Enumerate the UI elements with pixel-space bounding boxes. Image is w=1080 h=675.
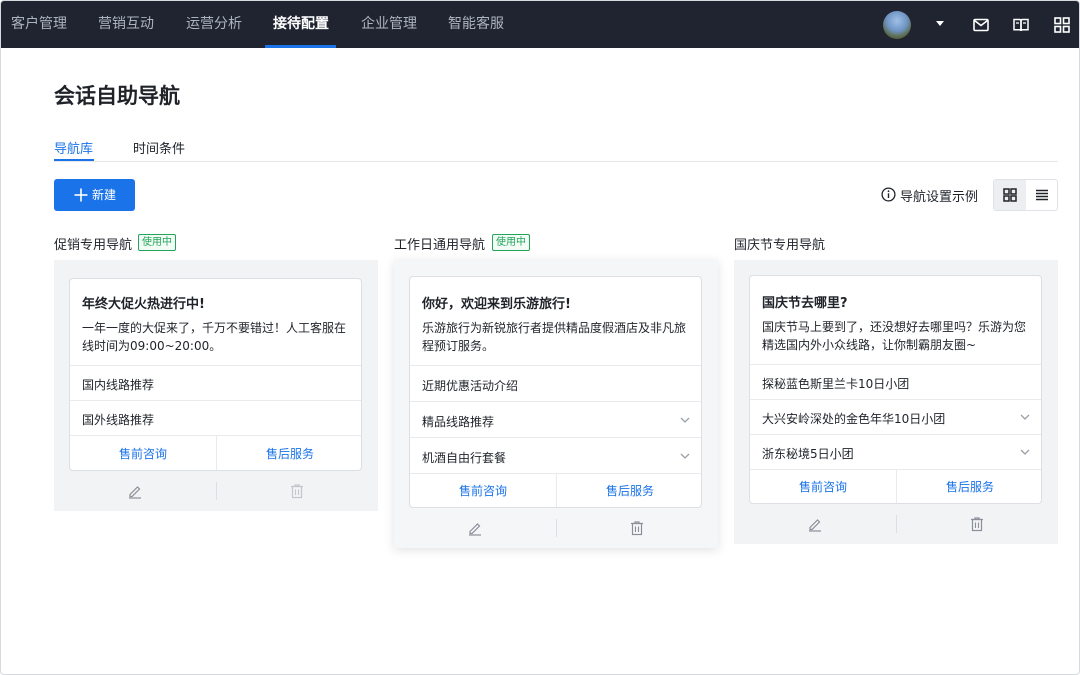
- card-button-row: 售前咨询 售后服务: [70, 435, 361, 470]
- grid-view-icon: [1003, 188, 1017, 202]
- presale-button[interactable]: 售前咨询: [750, 470, 896, 503]
- aftersale-button[interactable]: 售后服务: [217, 436, 361, 470]
- action-divider: [216, 482, 217, 500]
- list-item[interactable]: 国内线路推荐: [70, 365, 361, 400]
- chevron-down-icon[interactable]: [1019, 411, 1031, 423]
- edit-icon[interactable]: [807, 516, 823, 532]
- list-item[interactable]: 国外线路推荐: [70, 400, 361, 435]
- nav-preview-panel[interactable]: 国庆节去哪里? 国庆节马上要到了，还没想好去哪里吗？乐游为您精选国内外小众线路，…: [734, 260, 1058, 544]
- chat-preview-card: 你好，欢迎来到乐游旅行! 乐游旅行为新锐旅行者提供精品度假酒店及非凡旅程预订服务…: [409, 276, 702, 508]
- settings-example-label: 导航设置示例: [900, 190, 979, 205]
- trash-icon[interactable]: [289, 483, 305, 499]
- status-badge: 使用中: [492, 234, 530, 251]
- list-item[interactable]: 精品线路推荐: [410, 401, 701, 437]
- top-navigation: 客户管理 营销互动 运营分析 接待配置 企业管理 智能客服: [1, 1, 1079, 48]
- chevron-down-icon[interactable]: [1019, 446, 1031, 458]
- nav-title-national-day: 国庆节专用导航: [734, 238, 826, 253]
- nav-reception-config[interactable]: 接待配置: [273, 1, 329, 48]
- list-item-label: 浙东秘境5日小团: [762, 447, 854, 461]
- edit-icon[interactable]: [467, 520, 483, 536]
- list-item-label: 探秘蓝色斯里兰卡10日小团: [762, 377, 910, 391]
- card-button-row: 售前咨询 售后服务: [410, 473, 701, 507]
- card-button-row: 售前咨询 售后服务: [750, 469, 1041, 503]
- list-item[interactable]: 浙东秘境5日小团: [750, 434, 1041, 469]
- card-heading: 年终大促火热进行中!: [82, 297, 205, 312]
- chevron-down-icon[interactable]: [679, 450, 691, 462]
- edit-icon[interactable]: [127, 483, 143, 499]
- list-item-label: 大兴安岭深处的金色年华10日小团: [762, 412, 946, 426]
- list-item-label: 机酒自由行套餐: [422, 451, 507, 465]
- list-item-label: 近期优惠活动介绍: [422, 379, 519, 393]
- new-button-label: 新建: [92, 188, 117, 202]
- list-view-button[interactable]: [1026, 180, 1057, 210]
- nav-title-promotion: 促销专用导航: [54, 238, 133, 253]
- card-description: 国庆节马上要到了，还没想好去哪里吗？乐游为您精选国内外小众线路，让你制霸朋友圈~: [762, 320, 1027, 352]
- new-button[interactable]: 新建: [54, 179, 135, 211]
- action-divider: [556, 519, 557, 537]
- nav-preview-panel[interactable]: 年终大促火热进行中! 一年一度的大促来了，千万不要错过！人工客服在线时间为09:…: [54, 260, 378, 511]
- avatar[interactable]: [883, 11, 911, 39]
- nav-smart-service[interactable]: 智能客服: [448, 1, 504, 48]
- page-title: 会话自助导航: [54, 84, 180, 108]
- plus-icon: [74, 188, 88, 202]
- list-item-label: 国外线路推荐: [82, 413, 155, 427]
- grid-view-button[interactable]: [994, 180, 1026, 210]
- list-item[interactable]: 探秘蓝色斯里兰卡10日小团: [750, 364, 1041, 399]
- chevron-down-icon[interactable]: [936, 21, 944, 26]
- card-heading: 你好，欢迎来到乐游旅行!: [422, 297, 571, 312]
- card-heading: 国庆节去哪里?: [762, 296, 848, 311]
- chat-preview-card: 国庆节去哪里? 国庆节马上要到了，还没想好去哪里吗？乐游为您精选国内外小众线路，…: [749, 275, 1042, 504]
- tab-divider: [54, 161, 1058, 162]
- aftersale-button[interactable]: 售后服务: [557, 474, 701, 507]
- apps-icon[interactable]: [1053, 16, 1071, 34]
- presale-button[interactable]: 售前咨询: [70, 436, 216, 470]
- view-toggle: [993, 179, 1058, 211]
- chat-preview-card: 年终大促火热进行中! 一年一度的大促来了，千万不要错过！人工客服在线时间为09:…: [69, 278, 362, 471]
- nav-title-workday: 工作日通用导航: [394, 238, 486, 253]
- list-view-icon: [1036, 189, 1048, 201]
- list-item[interactable]: 大兴安岭深处的金色年华10日小团: [750, 399, 1041, 434]
- list-item[interactable]: 近期优惠活动介绍: [410, 365, 701, 401]
- info-icon: [881, 187, 896, 202]
- nav-preview-panel[interactable]: 你好，欢迎来到乐游旅行! 乐游旅行为新锐旅行者提供精品度假酒店及非凡旅程预订服务…: [394, 260, 718, 548]
- app-frame: 客户管理 营销互动 运营分析 接待配置 企业管理 智能客服 会话自助导航 导航库…: [0, 0, 1080, 675]
- nav-marketing-interaction[interactable]: 营销互动: [98, 1, 154, 48]
- presale-button[interactable]: 售前咨询: [410, 474, 556, 507]
- nav-enterprise-management[interactable]: 企业管理: [361, 1, 417, 48]
- action-divider: [896, 515, 897, 533]
- status-badge: 使用中: [138, 234, 176, 251]
- list-item-label: 精品线路推荐: [422, 415, 495, 429]
- aftersale-button[interactable]: 售后服务: [897, 470, 1041, 503]
- mail-icon[interactable]: [972, 16, 990, 34]
- trash-icon[interactable]: [629, 520, 645, 536]
- list-item-label: 国内线路推荐: [82, 378, 155, 392]
- trash-icon[interactable]: [969, 516, 985, 532]
- nav-customer-management[interactable]: 客户管理: [11, 1, 67, 48]
- chevron-down-icon[interactable]: [679, 414, 691, 426]
- list-item[interactable]: 机酒自由行套餐: [410, 437, 701, 473]
- nav-operations-analysis[interactable]: 运营分析: [186, 1, 242, 48]
- card-description: 一年一度的大促来了，千万不要错过！人工客服在线时间为09:00~20:00。: [82, 321, 347, 353]
- book-icon[interactable]: [1012, 16, 1030, 34]
- card-description: 乐游旅行为新锐旅行者提供精品度假酒店及非凡旅程预订服务。: [422, 321, 687, 353]
- nav-active-indicator: [265, 45, 336, 48]
- tab-navigation-library[interactable]: 导航库: [54, 138, 93, 157]
- tab-time-conditions[interactable]: 时间条件: [133, 138, 185, 157]
